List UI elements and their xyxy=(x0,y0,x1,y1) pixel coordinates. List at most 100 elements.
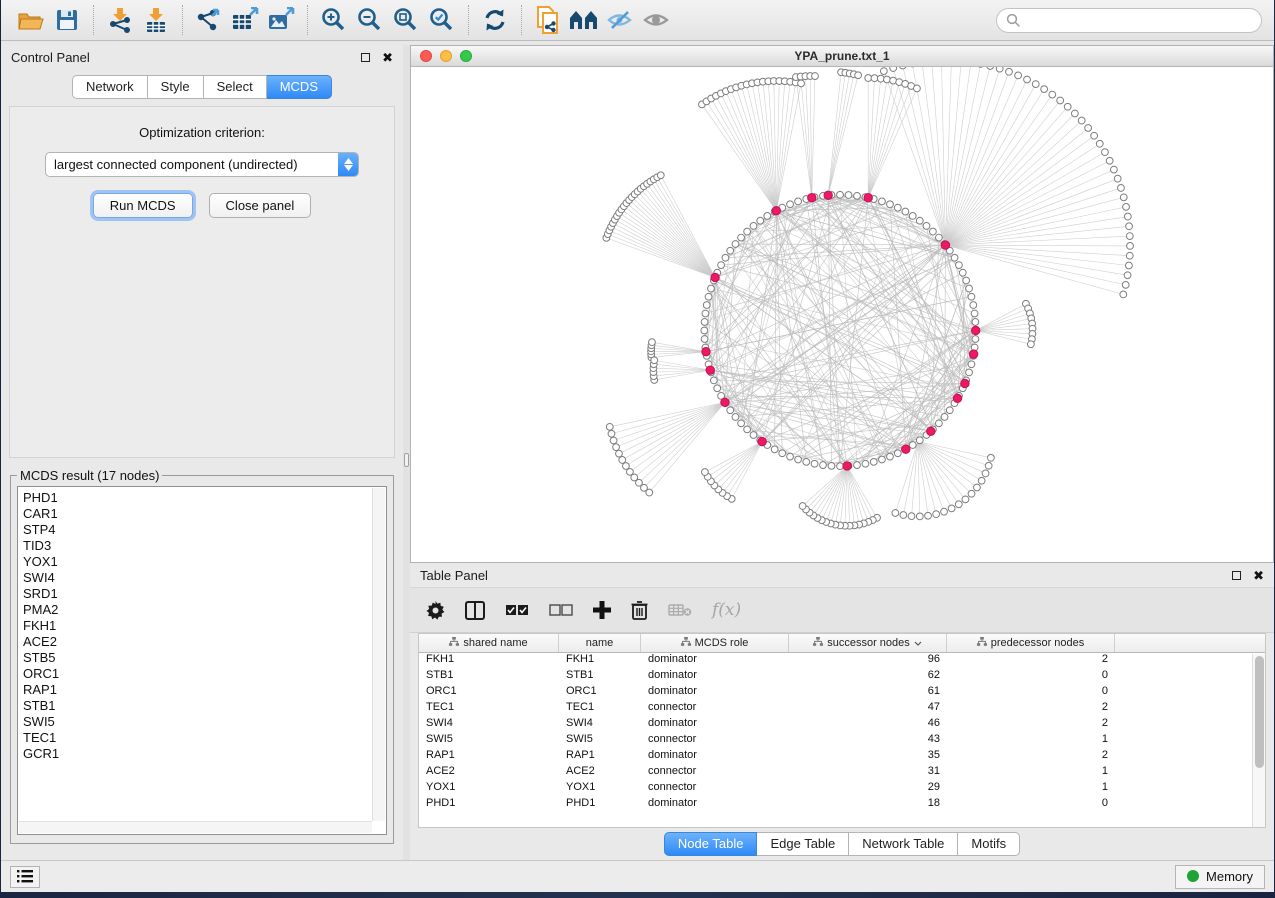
table-cell xyxy=(1115,749,1265,765)
column-header-label: name xyxy=(586,637,614,649)
scrollbar-thumb[interactable] xyxy=(1255,656,1264,768)
table-row[interactable]: SWI4SWI4dominator462 xyxy=(419,717,1265,733)
tab-node-table[interactable]: Node Table xyxy=(664,832,758,856)
show-panels-button[interactable] xyxy=(10,866,40,888)
run-mcds-button[interactable]: Run MCDS xyxy=(93,193,193,218)
mcds-result-item[interactable]: ORC1 xyxy=(23,666,368,682)
mcds-result-item[interactable]: SWI4 xyxy=(23,570,368,586)
delete-table-button[interactable] xyxy=(668,603,692,617)
table-options-button[interactable] xyxy=(426,601,445,620)
mcds-result-item[interactable]: SWI5 xyxy=(23,714,368,730)
mcds-result-item[interactable]: YOX1 xyxy=(23,554,368,570)
mcds-result-item[interactable]: STB5 xyxy=(23,650,368,666)
export-network-button[interactable] xyxy=(191,4,227,36)
zoom-out-button[interactable] xyxy=(352,4,388,36)
table-row[interactable]: YOX1YOX1connector291 xyxy=(419,781,1265,797)
mcds-result-item[interactable]: STP4 xyxy=(23,522,368,538)
table-cell: ORC1 xyxy=(419,685,559,701)
open-session-button[interactable] xyxy=(13,4,49,36)
tab-edge-table[interactable]: Edge Table xyxy=(757,832,849,856)
import-network-button[interactable] xyxy=(102,4,138,36)
close-window-icon[interactable] xyxy=(420,50,432,62)
criterion-dropdown[interactable]: largest connected component (undirected) xyxy=(45,152,359,177)
export-table-icon xyxy=(231,7,259,33)
table-cell: 96 xyxy=(789,653,947,669)
zoom-in-button[interactable] xyxy=(316,4,352,36)
result-list-horizontal-scrollbar[interactable] xyxy=(19,821,372,833)
function-builder-button[interactable]: f(x) xyxy=(712,600,741,620)
table-cell: dominator xyxy=(641,653,789,669)
show-all-button[interactable] xyxy=(638,4,674,36)
table-row[interactable]: ORC1ORC1dominator610 xyxy=(419,685,1265,701)
mcds-result-item[interactable]: SRD1 xyxy=(23,586,368,602)
table-cell xyxy=(1115,685,1265,701)
hide-selected-button[interactable] xyxy=(602,4,638,36)
memory-button[interactable]: Memory xyxy=(1175,865,1265,889)
table-row[interactable]: TEC1TEC1connector472 xyxy=(419,701,1265,717)
delete-column-button[interactable] xyxy=(631,600,648,620)
table-row[interactable]: SWI5SWI5connector431 xyxy=(419,733,1265,749)
mcds-result-item[interactable]: TID3 xyxy=(23,538,368,554)
mcds-result-item[interactable]: CAR1 xyxy=(23,506,368,522)
tab-mcds[interactable]: MCDS xyxy=(267,75,332,99)
tab-motifs[interactable]: Motifs xyxy=(958,832,1020,856)
mcds-result-item[interactable]: PMA2 xyxy=(23,602,368,618)
column-header-successor-nodes[interactable]: successor nodes xyxy=(789,634,947,652)
column-header-predecessor-nodes[interactable]: predecessor nodes xyxy=(947,634,1115,652)
table-vertical-scrollbar[interactable] xyxy=(1252,654,1265,827)
minimize-window-icon[interactable] xyxy=(440,50,452,62)
tab-style[interactable]: Style xyxy=(148,75,204,99)
mcds-result-item[interactable]: STB1 xyxy=(23,698,368,714)
show-columns-button[interactable] xyxy=(465,601,485,620)
mcds-result-item[interactable]: GCR1 xyxy=(23,746,368,762)
table-row[interactable]: RAP1RAP1dominator352 xyxy=(419,749,1265,765)
close-panel-icon[interactable]: ✖ xyxy=(382,51,393,64)
export-table-button[interactable] xyxy=(227,4,263,36)
splitter-handle-icon[interactable] xyxy=(404,453,409,467)
column-header-shared-name[interactable]: shared name xyxy=(419,634,559,652)
select-all-columns-button[interactable] xyxy=(505,604,529,616)
float-panel-icon[interactable] xyxy=(361,53,370,62)
mcds-result-item[interactable]: RAP1 xyxy=(23,682,368,698)
save-session-button[interactable] xyxy=(49,4,85,36)
network-canvas[interactable] xyxy=(411,67,1273,562)
table-row[interactable]: ACE2ACE2connector311 xyxy=(419,765,1265,781)
table-cell: 2 xyxy=(947,701,1115,717)
export-image-button[interactable] xyxy=(263,4,299,36)
table-row[interactable]: STB1STB1dominator620 xyxy=(419,669,1265,685)
result-list-vertical-scrollbar[interactable] xyxy=(372,488,385,821)
first-neighbors-button[interactable] xyxy=(566,4,602,36)
zoom-selected-button[interactable] xyxy=(424,4,460,36)
network-view-titlebar[interactable]: YPA_prune.txt_1 xyxy=(411,46,1273,67)
list-icon xyxy=(17,870,33,883)
mcds-result-item[interactable]: FKH1 xyxy=(23,618,368,634)
tab-network-table[interactable]: Network Table xyxy=(849,832,958,856)
import-table-button[interactable] xyxy=(138,4,174,36)
table-cell: STB1 xyxy=(559,669,641,685)
table-cell: 31 xyxy=(789,765,947,781)
tab-select[interactable]: Select xyxy=(204,75,267,99)
column-header-name[interactable]: name xyxy=(559,634,641,652)
mcds-result-item[interactable]: PHD1 xyxy=(23,490,368,506)
add-column-button[interactable] xyxy=(593,601,611,619)
mcds-result-item[interactable]: TEC1 xyxy=(23,730,368,746)
search-input[interactable] xyxy=(1027,13,1252,28)
table-row[interactable]: PHD1PHD1dominator180 xyxy=(419,797,1265,813)
float-panel-icon[interactable] xyxy=(1232,571,1241,580)
column-header-mcds-role[interactable]: MCDS role xyxy=(641,634,789,652)
zoom-fit-button[interactable] xyxy=(388,4,424,36)
close-panel-icon[interactable]: ✖ xyxy=(1253,569,1264,582)
share-network-file-button[interactable] xyxy=(530,4,566,36)
table-row[interactable]: FKH1FKH1dominator962 xyxy=(419,653,1265,669)
deselect-all-columns-button[interactable] xyxy=(549,604,573,616)
mcds-result-list[interactable]: PHD1CAR1STP4TID3YOX1SWI4SRD1PMA2FKH1ACE2… xyxy=(17,486,387,835)
close-panel-button[interactable]: Close panel xyxy=(209,193,312,218)
mcds-result-item[interactable]: ACE2 xyxy=(23,634,368,650)
table-cell: 0 xyxy=(947,797,1115,813)
search-box[interactable] xyxy=(996,8,1262,33)
refresh-network-button[interactable] xyxy=(477,4,513,36)
network-graph[interactable] xyxy=(411,67,1273,562)
tab-network[interactable]: Network xyxy=(72,75,148,99)
panel-splitter[interactable] xyxy=(403,45,410,860)
maximize-window-icon[interactable] xyxy=(460,50,472,62)
